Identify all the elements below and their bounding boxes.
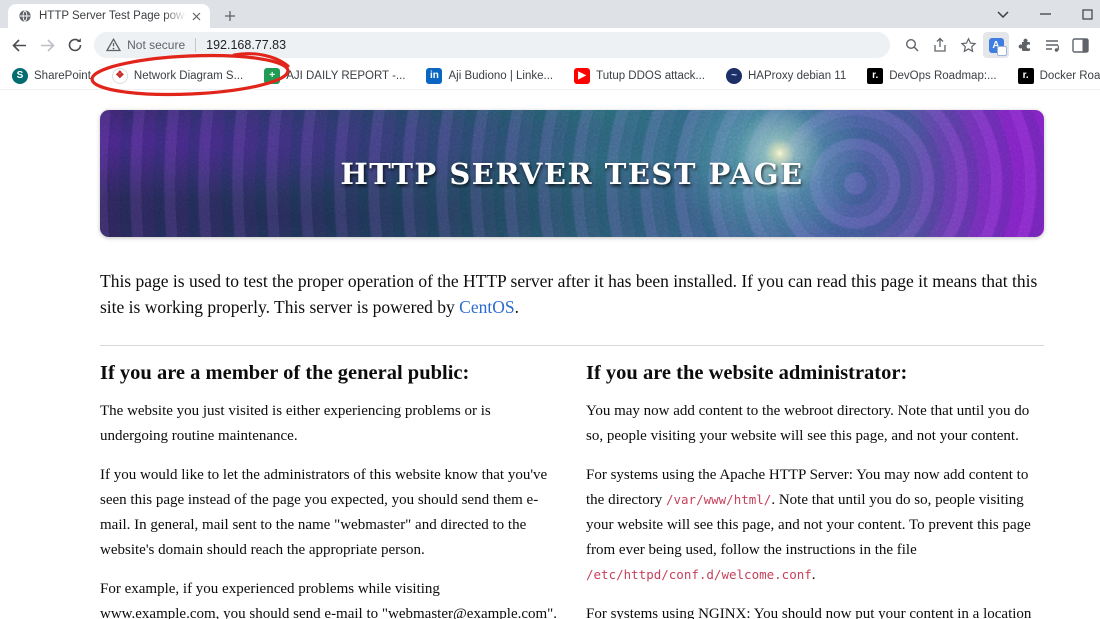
bookmark-sharepoint[interactable]: S SharePoint — [12, 67, 91, 84]
browser-tab[interactable]: HTTP Server Test Page powered — [8, 4, 210, 28]
code-path: /var/www/html/ — [665, 491, 772, 507]
roadmap-icon: r. — [867, 67, 884, 84]
minimize-button[interactable] — [1024, 0, 1066, 28]
intro-paragraph: This page is used to test the proper ope… — [100, 271, 1038, 318]
reload-button[interactable] — [62, 32, 88, 58]
tab-strip: HTTP Server Test Page powered — [0, 0, 1100, 28]
bookmark-youtube[interactable]: ▶ Tutup DDOS attack... — [574, 67, 705, 84]
new-tab-button[interactable] — [220, 6, 240, 26]
omnibox-divider — [195, 38, 197, 52]
window-controls — [982, 0, 1100, 28]
tab-close-icon[interactable] — [188, 8, 204, 24]
divider-rule — [100, 344, 1044, 346]
admin-para-2: For systems using the Apache HTTP Server… — [586, 466, 1031, 583]
not-secure-warning-icon — [106, 38, 122, 52]
bookmark-haproxy[interactable]: ~ HAProxy debian 11 — [726, 67, 846, 84]
code-path: /etc/httpd/conf.d/welcome.conf — [586, 566, 812, 582]
bookmark-daily-report[interactable]: + AJI DAILY REPORT -... — [264, 67, 405, 84]
share-icon[interactable] — [927, 32, 953, 58]
bookmark-roadmap[interactable]: r. Docker Roadmap -... — [1017, 67, 1100, 84]
admin-column: If you are the website administrator: Yo… — [586, 362, 1044, 619]
public-para-3: For example, if you experienced problems… — [100, 580, 558, 619]
address-bar[interactable]: Not secure 192.168.77.83 — [94, 32, 891, 58]
security-label[interactable]: Not secure — [127, 38, 185, 52]
tab-search-chevron-icon[interactable] — [982, 0, 1024, 28]
public-column: If you are a member of the general publi… — [100, 362, 558, 619]
linkedin-icon: in — [426, 67, 443, 84]
side-panel-icon[interactable] — [1067, 32, 1093, 58]
admin-para-3: For systems using NGINX: You should now … — [586, 605, 1032, 619]
public-para-1: The website you just visited is either e… — [100, 402, 491, 444]
public-heading: If you are a member of the general publi… — [100, 361, 470, 384]
daily-report-icon: + — [264, 67, 281, 84]
page-viewport: HTTP SERVER TEST PAGE This page is used … — [0, 90, 1100, 619]
roadmap-icon: r. — [1017, 67, 1034, 84]
public-para-2: If you would like to let the administrat… — [100, 466, 548, 558]
browser-toolbar: Not secure 192.168.77.83 A — [0, 28, 1100, 97]
network-diagram-icon: ❖ — [111, 67, 128, 84]
translate-icon[interactable]: A — [983, 32, 1010, 58]
toolbar-right-icons: A — [898, 32, 1094, 58]
bookmark-linkedin[interactable]: in Aji Budiono | Linke... — [426, 67, 553, 84]
url-text[interactable]: 192.168.77.83 — [206, 38, 286, 52]
admin-para-1: You may now add content to the webroot d… — [586, 402, 1030, 444]
globe-favicon-icon — [19, 10, 31, 22]
admin-heading: If you are the website administrator: — [586, 361, 908, 384]
search-icon[interactable] — [899, 32, 925, 58]
browser-window: HTTP Server Test Page powered — [0, 0, 1100, 619]
centos-link[interactable]: CentOS — [459, 297, 514, 317]
test-page-banner: HTTP SERVER TEST PAGE — [100, 110, 1044, 237]
forward-button[interactable] — [35, 32, 61, 58]
bookmarks-bar: S SharePoint ❖ Network Diagram S... + AJ… — [0, 62, 1100, 90]
bookmark-star-icon[interactable] — [955, 32, 981, 58]
tab-title: HTTP Server Test Page powered — [39, 10, 186, 22]
haproxy-icon: ~ — [726, 67, 742, 84]
bookmark-roadmap[interactable]: r. DevOps Roadmap:... — [867, 67, 997, 84]
back-button[interactable] — [7, 32, 33, 58]
extensions-puzzle-icon[interactable] — [1011, 32, 1037, 58]
sharepoint-icon: S — [12, 67, 28, 84]
maximize-button[interactable] — [1066, 0, 1100, 28]
banner-title: HTTP SERVER TEST PAGE — [340, 156, 804, 191]
media-playlist-icon[interactable] — [1039, 32, 1065, 58]
youtube-icon: ▶ — [574, 67, 591, 84]
bookmark-network-diagram[interactable]: ❖ Network Diagram S... — [111, 67, 243, 84]
